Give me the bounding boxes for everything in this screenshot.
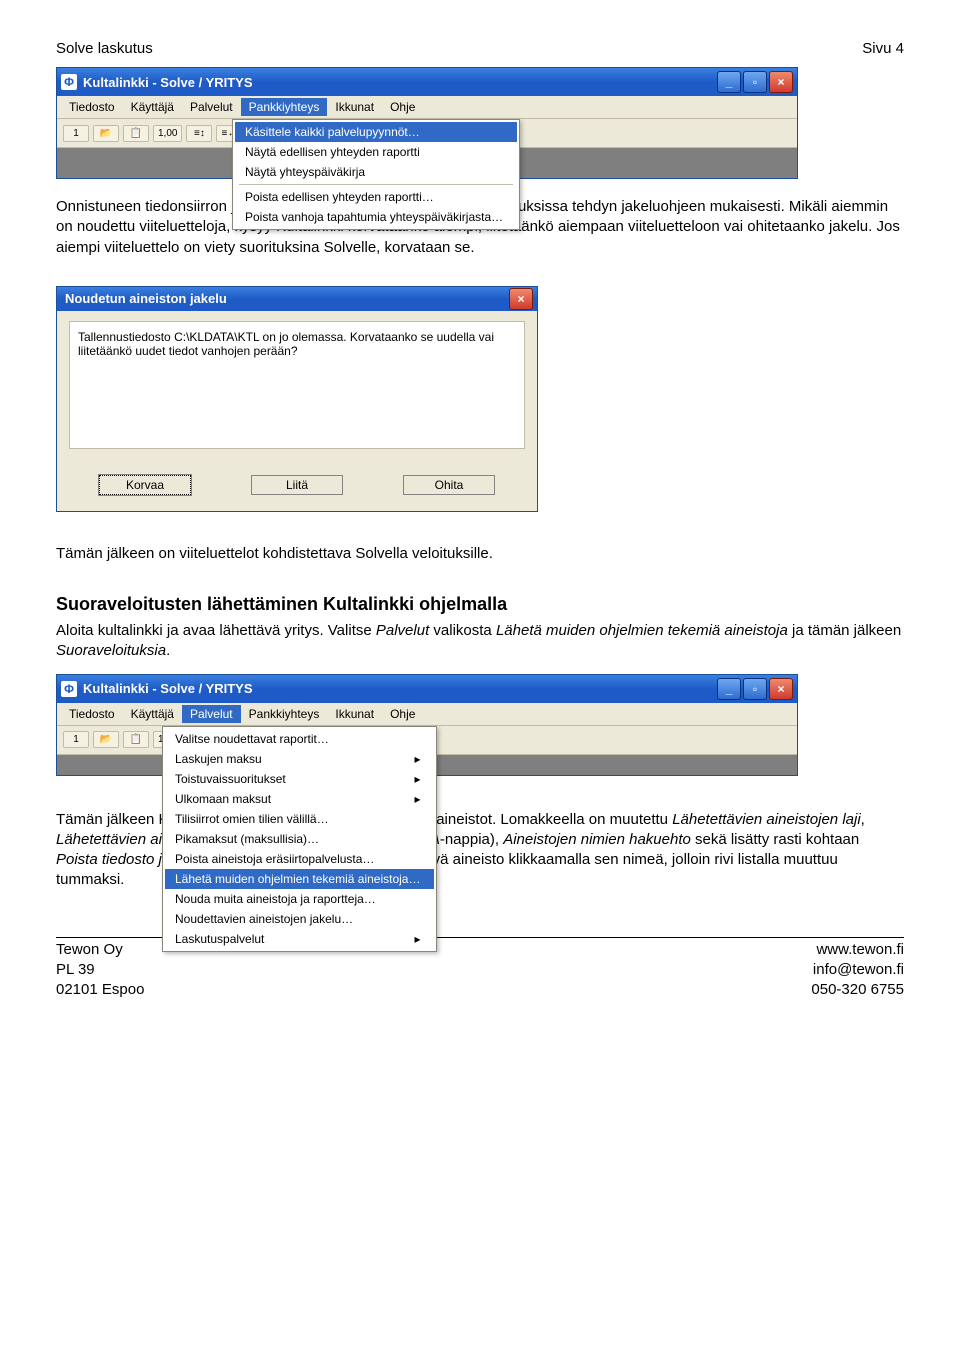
toolbar-button-2[interactable]: 📋 [123,125,149,142]
toolbar-button-4[interactable]: ≡↕ [186,125,212,142]
palvelut-dropdown: Valitse noudettavat raportit…Laskujen ma… [162,726,437,952]
window2-toolbar: 1📂📋1,00≡↕≡↔ Valitse noudettavat raportit… [57,726,797,755]
dropdown-item[interactable]: Poista vanhoja tapahtumia yhteyspäiväkir… [235,207,517,227]
dialog-noudetun-aineiston-jakelu: Noudetun aineiston jakelu × Tallennustie… [56,286,538,512]
window1-menubar: TiedostoKäyttäjäPalvelutPankkiyhteysIkku… [57,96,797,119]
window1-toolbar: 1📂📋1,00≡↕≡↔ Käsittele kaikki palvelupyyn… [57,119,797,148]
dropdown-item[interactable]: Laskutuspalvelut [165,929,434,949]
menu-ohje[interactable]: Ohje [382,98,423,116]
window1-title: Kultalinkki - Solve / YRITYS [83,75,717,90]
menu-pankkiyhteys[interactable]: Pankkiyhteys [241,705,328,723]
maximize-button[interactable]: ▫ [743,678,767,700]
menu-palvelut[interactable]: Palvelut [182,98,241,116]
app-icon: Φ [61,74,77,90]
dialog-titlebar: Noudetun aineiston jakelu × [57,287,537,311]
korvaa-button[interactable]: Korvaa [99,475,191,495]
paragraph-2: Tämän jälkeen on viiteluettelot kohdiste… [56,544,904,564]
menu-pankkiyhteys[interactable]: Pankkiyhteys [241,98,328,116]
menu-ikkunat[interactable]: Ikkunat [327,98,382,116]
dropdown-item[interactable]: Toistuvaissuoritukset [165,769,434,789]
minimize-button[interactable]: _ [717,71,741,93]
window2-title: Kultalinkki - Solve / YRITYS [83,681,717,696]
dropdown-item[interactable]: Ulkomaan maksut [165,789,434,809]
menu-tiedosto[interactable]: Tiedosto [61,98,123,116]
toolbar-button-1[interactable]: 📂 [93,125,119,142]
window2-titlebar: Φ Kultalinkki - Solve / YRITYS _ ▫ × [57,675,797,703]
dropdown-item[interactable]: Nouda muita aineistoja ja raportteja… [165,889,434,909]
toolbar-button-0[interactable]: 1 [63,731,89,748]
ohita-button[interactable]: Ohita [403,475,495,495]
screenshot-window-1: Φ Kultalinkki - Solve / YRITYS _ ▫ × Tie… [56,67,798,179]
dropdown-item[interactable]: Noudettavien aineistojen jakelu… [165,909,434,929]
toolbar-button-3[interactable]: 1,00 [153,125,182,142]
dropdown-item[interactable]: Näytä edellisen yhteyden raportti [235,142,517,162]
minimize-button[interactable]: _ [717,678,741,700]
maximize-button[interactable]: ▫ [743,71,767,93]
menu-tiedosto[interactable]: Tiedosto [61,705,123,723]
close-button[interactable]: × [769,678,793,700]
close-button[interactable]: × [769,71,793,93]
page-header: Solve laskutus Sivu 4 [56,40,904,57]
dropdown-item[interactable]: Käsittele kaikki palvelupyynnöt… [235,122,517,142]
menu-käyttäjä[interactable]: Käyttäjä [123,705,182,723]
toolbar-button-2[interactable]: 📋 [123,731,149,748]
dropdown-item[interactable]: Poista edellisen yhteyden raportti… [235,187,517,207]
dropdown-item[interactable]: Näytä yhteyspäiväkirja [235,162,517,182]
header-left: Solve laskutus [56,40,153,57]
liita-button[interactable]: Liitä [251,475,343,495]
dropdown-item[interactable]: Poista aineistoja eräsiirtopalvelusta… [165,849,434,869]
dropdown-item[interactable]: Laskujen maksu [165,749,434,769]
dialog-title: Noudetun aineiston jakelu [61,291,509,306]
menu-palvelut[interactable]: Palvelut [182,705,241,723]
footer-left: Tewon Oy PL 39 02101 Espoo [56,940,144,1001]
window2-menubar: TiedostoKäyttäjäPalvelutPankkiyhteysIkku… [57,703,797,726]
screenshot-window-2: Φ Kultalinkki - Solve / YRITYS _ ▫ × Tie… [56,674,798,776]
paragraph-3: Aloita kultalinkki ja avaa lähettävä yri… [56,621,904,662]
dropdown-item[interactable]: Valitse noudettavat raportit… [165,729,434,749]
menu-ikkunat[interactable]: Ikkunat [327,705,382,723]
dropdown-item[interactable]: Tilisiirrot omien tilien välillä… [165,809,434,829]
pankkiyhteys-dropdown: Käsittele kaikki palvelupyynnöt…Näytä ed… [232,119,520,230]
toolbar-button-0[interactable]: 1 [63,125,89,142]
dialog-body: Tallennustiedosto C:\KLDATA\KTL on jo ol… [57,311,537,511]
app-icon: Φ [61,681,77,697]
header-right: Sivu 4 [862,40,904,57]
dialog-message: Tallennustiedosto C:\KLDATA\KTL on jo ol… [69,321,525,449]
toolbar-button-1[interactable]: 📂 [93,731,119,748]
dropdown-item[interactable]: Pikamaksut (maksullisia)… [165,829,434,849]
dropdown-item[interactable]: Lähetä muiden ohjelmien tekemiä aineisto… [165,869,434,889]
window1-titlebar: Φ Kultalinkki - Solve / YRITYS _ ▫ × [57,68,797,96]
section-heading: Suoraveloitusten lähettäminen Kultalinkk… [56,594,904,615]
footer-right: www.tewon.fi info@tewon.fi 050-320 6755 [811,940,904,1001]
dialog-close-button[interactable]: × [509,288,533,310]
menu-ohje[interactable]: Ohje [382,705,423,723]
menu-käyttäjä[interactable]: Käyttäjä [123,98,182,116]
